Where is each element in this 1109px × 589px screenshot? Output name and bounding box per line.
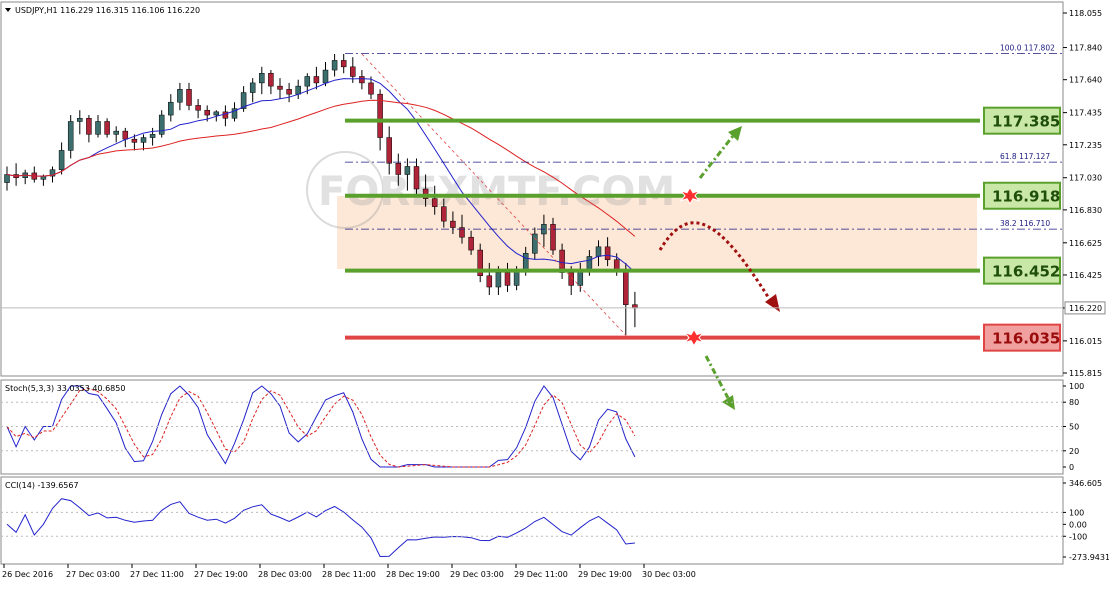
stoch-tick-label: 100 (1069, 382, 1084, 391)
time-tick-label: 27 Dec 03:00 (66, 570, 120, 579)
price-tick-label: 115.815 (1069, 369, 1102, 378)
candle-body (4, 174, 10, 183)
fib-level-label: 100.0 117.802 (1000, 44, 1055, 53)
time-tick-label: 29 Dec 11:00 (514, 570, 568, 579)
candle-body (277, 85, 283, 90)
candle-body (268, 73, 274, 87)
candle-body (331, 60, 338, 71)
candle-body (158, 114, 165, 135)
candle-body (595, 246, 602, 257)
candle-body (304, 76, 311, 87)
cci-tick-label: 346.605 (1069, 479, 1102, 488)
cci-tick-label: 100 (1069, 508, 1084, 517)
stoch-tick-label: 0 (1069, 463, 1074, 472)
price-tick-label: 118.055 (1069, 9, 1102, 18)
price-tick-label: 117.640 (1069, 76, 1102, 85)
candle-body (286, 89, 292, 95)
candle-body (404, 166, 411, 175)
candle-body (186, 89, 192, 106)
candle-body (168, 101, 174, 116)
price-tick-label: 116.625 (1069, 239, 1102, 248)
candle-body (441, 206, 447, 222)
stoch-tick-label: 80 (1069, 398, 1079, 407)
time-tick-label: 28 Dec 19:00 (386, 570, 440, 579)
candle-body (204, 109, 210, 116)
candle-body (67, 121, 74, 151)
candle-body (431, 198, 438, 207)
candle-body (222, 111, 229, 119)
candle-body (340, 60, 347, 68)
stoch-tick-label: 50 (1069, 423, 1079, 432)
level-price-label: 116.452 (992, 263, 1060, 281)
candle-body (413, 166, 420, 190)
candle-body (113, 130, 119, 135)
price-tick-label: 117.435 (1069, 109, 1102, 118)
candle-body (350, 66, 356, 77)
price-tick-label: 116.830 (1069, 206, 1102, 215)
time-tick-label: 26 Dec 2016 (2, 570, 53, 579)
candle-body (95, 121, 101, 135)
candle-body (368, 82, 374, 95)
price-tick-label: 116.015 (1069, 337, 1102, 346)
candle-body (504, 272, 511, 286)
fib-level-label: 38.2 116.710 (1000, 219, 1050, 228)
candle-body (313, 76, 320, 84)
candle-body (131, 138, 138, 143)
candle-body (486, 275, 493, 288)
time-tick-label: 28 Dec 03:00 (258, 570, 312, 579)
time-tick-label: 28 Dec 11:00 (322, 570, 376, 579)
candle-body (77, 118, 83, 122)
candle-body (149, 134, 156, 138)
candle-body (604, 246, 611, 260)
cci-tick-label: -100 (1069, 532, 1087, 541)
candle-body (140, 137, 147, 143)
time-tick-label: 30 Dec 03:00 (642, 570, 696, 579)
candle-body (513, 270, 520, 286)
candle-body (213, 111, 220, 116)
candle-body (495, 272, 502, 288)
candle-body (532, 233, 538, 254)
candle-body (104, 121, 110, 135)
candle-body (468, 236, 474, 251)
fib-level-label: 61.8 117.127 (1000, 152, 1050, 161)
candle-body (40, 175, 47, 180)
price-tick-label: 116.220 (1069, 304, 1102, 313)
candle-body (550, 224, 556, 251)
time-tick-label: 27 Dec 19:00 (194, 570, 248, 579)
candle-body (295, 85, 301, 95)
candle-body (249, 82, 256, 93)
candle-body (623, 270, 629, 305)
stoch-tick-label: 20 (1069, 447, 1079, 456)
price-tick-label: 117.030 (1069, 174, 1102, 183)
watermark-text: FOREXMTF.COM (318, 169, 675, 215)
time-tick-label: 29 Dec 19:00 (578, 570, 632, 579)
price-tick-label: 117.840 (1069, 44, 1102, 53)
symbol-info: USDJPY,H1 116.229 116.315 116.106 116.22… (15, 6, 200, 15)
candle-body (177, 89, 183, 103)
trading-chart: FOREXMTF.COM 100.0 117.802 61.8 117.127 38… (0, 0, 1109, 589)
candle-body (259, 73, 265, 84)
candle-body (522, 253, 529, 272)
price-tick-label: 116.425 (1069, 271, 1102, 280)
candle-body (86, 118, 92, 135)
candle-body (359, 76, 365, 84)
candle-body (386, 137, 392, 164)
stoch-info: Stoch(5,3,3) 33.0353 40.6850 (5, 384, 125, 393)
candle-body (586, 256, 593, 270)
time-tick-label: 27 Dec 11:00 (130, 570, 184, 579)
candle-body (58, 150, 65, 170)
candle-body (395, 163, 402, 175)
level-price-label: 116.035 (992, 330, 1060, 348)
candle-body (450, 220, 456, 228)
cci-tick-label: -273.9431 (1069, 553, 1109, 562)
price-tick-label: 117.235 (1069, 141, 1102, 150)
level-price-label: 116.918 (992, 188, 1060, 206)
cci-info: CCI(14) -139.6567 (5, 481, 79, 490)
candle-body (322, 69, 329, 84)
candle-body (195, 105, 201, 111)
cci-tick-label: 0.00 (1069, 520, 1087, 529)
time-tick-label: 29 Dec 03:00 (450, 570, 504, 579)
candle-body (122, 130, 129, 140)
level-price-label: 117.385 (992, 113, 1060, 131)
